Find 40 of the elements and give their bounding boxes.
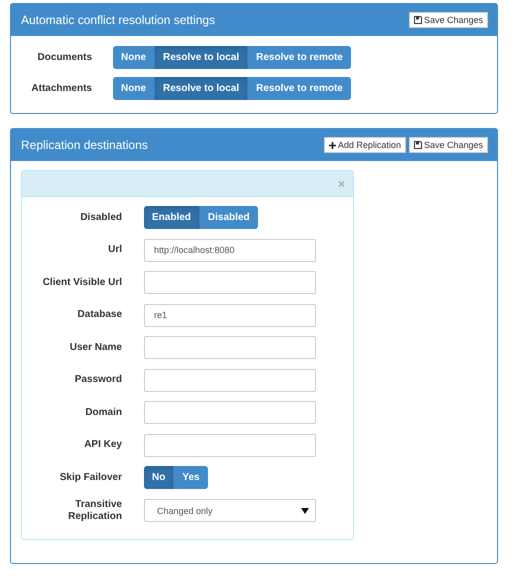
field-label: Skip Failover bbox=[58, 472, 122, 484]
panel-title: Automatic conflict resolution settings bbox=[21, 13, 216, 27]
option-button[interactable]: Resolve to remote bbox=[248, 77, 351, 100]
save-button[interactable]: Save Changes bbox=[408, 137, 488, 153]
save-icon bbox=[414, 141, 422, 149]
field-label: Url bbox=[107, 244, 122, 256]
input-field[interactable]: re1 bbox=[144, 304, 316, 326]
field-label: Disabled bbox=[79, 212, 122, 224]
input-field[interactable] bbox=[144, 368, 316, 392]
option-button[interactable]: Disabled bbox=[200, 206, 258, 229]
input-field[interactable]: http://localhost:8080 bbox=[144, 238, 316, 262]
option-button[interactable]: Resolve to local bbox=[155, 77, 248, 100]
input-field[interactable] bbox=[144, 271, 316, 294]
option-button[interactable]: Resolve to remote bbox=[248, 46, 351, 69]
add-button[interactable]: Add Replication bbox=[324, 137, 406, 153]
option-button[interactable]: None bbox=[113, 77, 155, 100]
option-button[interactable]: No bbox=[144, 466, 174, 489]
dropdown-value: Changed only bbox=[157, 506, 213, 516]
field-label: Transitive Replication bbox=[67, 498, 122, 522]
field-label: Client Visible Url bbox=[42, 276, 122, 288]
option-button[interactable]: None bbox=[113, 46, 155, 69]
field-label: Documents bbox=[36, 52, 92, 63]
field-label: API Key bbox=[83, 439, 122, 451]
caret-icon bbox=[301, 508, 309, 514]
option-button[interactable]: Yes bbox=[174, 466, 208, 489]
input-field[interactable] bbox=[144, 336, 316, 359]
field-label: Password bbox=[74, 374, 122, 386]
field-label: User Name bbox=[68, 342, 122, 354]
save-icon bbox=[414, 16, 422, 24]
input-field[interactable] bbox=[144, 401, 316, 424]
field-label: Attachments bbox=[30, 83, 92, 94]
dropdown[interactable]: Changed only bbox=[144, 499, 316, 522]
field-label: Database bbox=[76, 309, 122, 321]
save-button[interactable]: Save Changes bbox=[408, 12, 488, 28]
field-label: Domain bbox=[84, 406, 122, 418]
plus-icon bbox=[328, 142, 336, 148]
option-button[interactable]: Resolve to local bbox=[155, 46, 248, 69]
input-field[interactable] bbox=[144, 434, 316, 456]
option-button[interactable]: Enabled bbox=[144, 206, 200, 229]
panel-title: Replication destinations bbox=[21, 138, 148, 152]
